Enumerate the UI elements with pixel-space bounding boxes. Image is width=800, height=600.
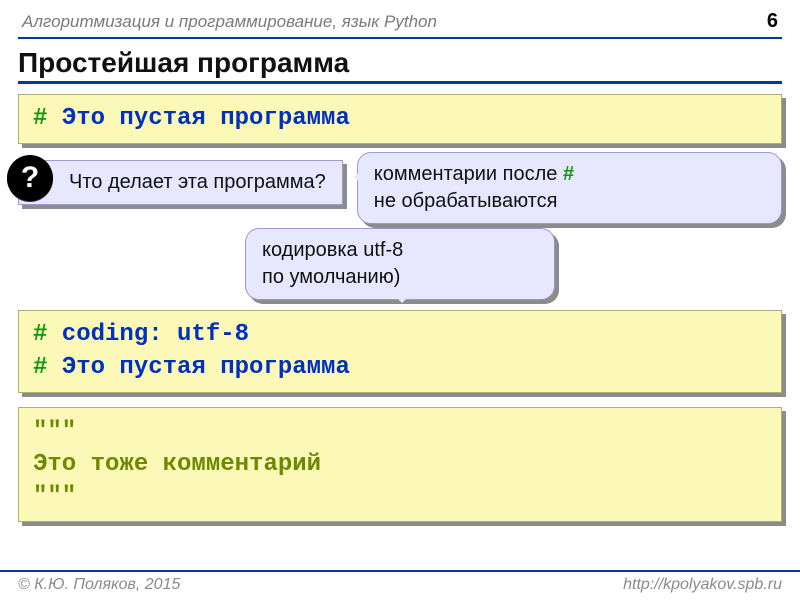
question-box: ? Что делает эта программа? [18, 160, 343, 205]
code-comment: coding: utf-8 [47, 321, 249, 348]
code-comment: Это пустая программа [47, 354, 349, 381]
code-box-1: # Это пустая программа [18, 94, 782, 144]
callout-utf8: кодировка utf-8 по умолчанию) [245, 228, 555, 300]
code-box-2: # coding: utf-8 # Это пустая программа [18, 310, 782, 393]
code-box-3: """ Это тоже комментарий """ [18, 407, 782, 522]
callout-utf8-line-2: по умолчанию) [262, 264, 538, 291]
hash-icon: # [563, 163, 574, 185]
callout-row: ? Что делает эта программа? комментарии … [18, 158, 782, 224]
header-rule [18, 37, 782, 39]
slide: Алгоритмизация и программирование, язык … [0, 0, 800, 600]
footer-url: http://kpolyakov.spb.ru [623, 576, 782, 594]
slide-title: Простейшая программа [18, 45, 782, 84]
callout-line-2: не обрабатываются [374, 188, 765, 215]
callout-hash-comment: комментарии после # не обрабатываются [357, 152, 782, 224]
footer-author: © К.Ю. Поляков, 2015 [18, 576, 180, 594]
slide-header: Алгоритмизация и программирование, язык … [18, 10, 782, 37]
code-hash: # [33, 321, 47, 348]
code-hash: # [33, 354, 47, 381]
triple-quote-open: """ [33, 416, 767, 448]
docstring-text: Это тоже комментарий [33, 449, 767, 481]
callout-utf8-line-1: кодировка utf-8 [262, 237, 538, 264]
code-comment: Это пустая программа [47, 105, 349, 132]
triple-quote-close: """ [33, 481, 767, 513]
code-hash: # [33, 105, 47, 132]
question-badge-icon: ? [7, 155, 53, 201]
question-text: Что делает эта программа? [69, 171, 326, 193]
course-title: Алгоритмизация и программирование, язык … [22, 12, 437, 32]
slide-footer: © К.Ю. Поляков, 2015 http://kpolyakov.sp… [0, 570, 800, 594]
page-number: 6 [767, 10, 778, 33]
callout-text: комментарии после [374, 163, 563, 185]
callout-line-1: комментарии после # [374, 161, 765, 188]
